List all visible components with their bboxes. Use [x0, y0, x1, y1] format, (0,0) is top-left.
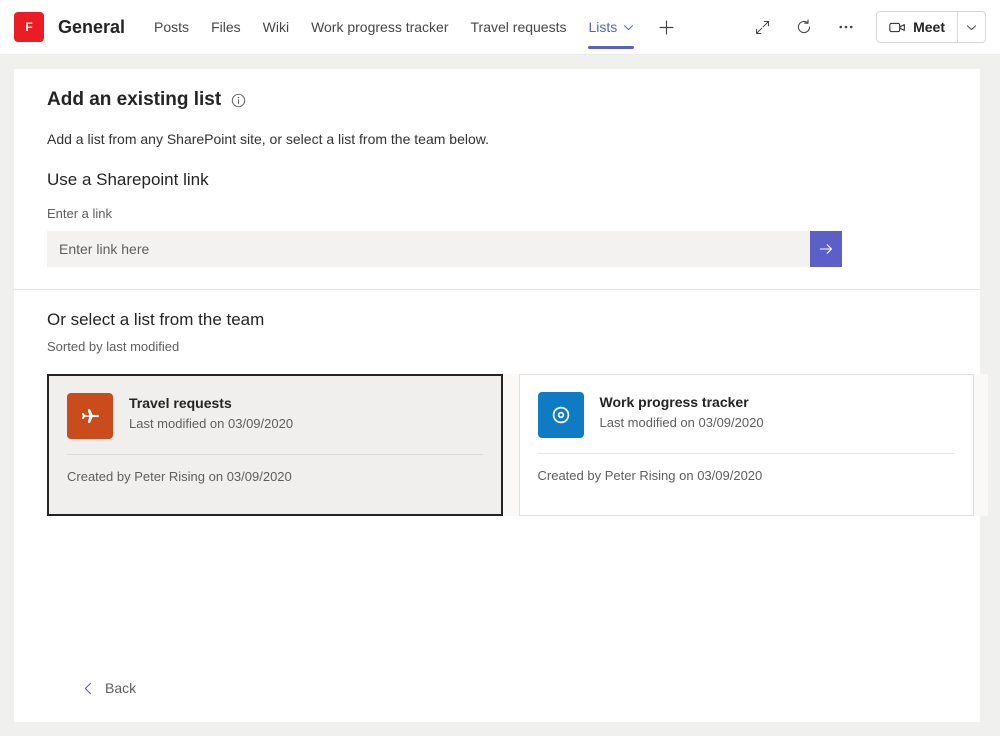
list-card-created: Created by Peter Rising on 03/09/2020 [67, 469, 292, 484]
channel-header: F General Posts Files Wiki Work progress… [0, 0, 1000, 55]
team-avatar: F [14, 12, 44, 42]
airplane-icon [67, 393, 113, 439]
page-title: Add an existing list [47, 89, 222, 110]
chevron-down-icon[interactable] [623, 22, 634, 33]
plus-icon [659, 19, 674, 35]
target-icon [537, 392, 584, 438]
meet-dropdown-button[interactable] [957, 12, 985, 42]
add-tab-button[interactable] [645, 0, 688, 55]
tab-travel-requests[interactable]: Travel requests [460, 0, 578, 55]
tab-lists-active-underline [588, 45, 635, 49]
list-card-header: Travel requests Last modified on 03/09/2… [49, 376, 501, 454]
info-circle-icon[interactable] [231, 93, 246, 108]
page-title-row: Add an existing list [47, 89, 947, 111]
tab-lists-label: Lists [588, 19, 618, 35]
tab-lists[interactable]: Lists [577, 0, 645, 55]
list-card-title: Work progress tracker [599, 394, 749, 410]
list-card-travel-requests[interactable]: Travel requests Last modified on 03/09/2… [47, 374, 503, 516]
sharepoint-link-row [47, 231, 842, 267]
refresh-icon[interactable] [788, 11, 820, 43]
app-body: Add an existing list Add a list from any… [0, 55, 1000, 736]
page-description: Add a list from any SharePoint site, or … [47, 131, 489, 147]
back-button[interactable]: Back [73, 674, 144, 702]
list-cards-row: Travel requests Last modified on 03/09/2… [47, 374, 974, 516]
list-card-modified: Last modified on 03/09/2020 [599, 415, 764, 430]
tab-files-label: Files [211, 19, 241, 35]
list-cards-scroll-area[interactable]: Travel requests Last modified on 03/09/2… [47, 374, 988, 516]
channel-tabs: Posts Files Wiki Work progress tracker T… [143, 0, 688, 55]
header-actions: Meet [742, 11, 986, 43]
list-card-texts: Work progress tracker Last modified on 0… [600, 392, 764, 430]
content-panel: Add an existing list Add a list from any… [14, 69, 988, 722]
team-lists-section: Or select a list from the team Sorted by… [14, 290, 988, 722]
more-options-icon[interactable] [830, 11, 862, 43]
tab-travel-requests-label: Travel requests [470, 19, 567, 35]
link-field-label: Enter a link [47, 206, 113, 221]
tab-work-progress-tracker-label: Work progress tracker [311, 19, 449, 35]
chevron-left-icon [81, 681, 96, 696]
list-card-created: Created by Peter Rising on 03/09/2020 [537, 468, 763, 483]
list-card-work-progress-tracker[interactable]: Work progress tracker Last modified on 0… [518, 374, 974, 516]
tab-wiki[interactable]: Wiki [252, 0, 300, 55]
expand-icon[interactable] [746, 11, 778, 43]
tab-wiki-label: Wiki [262, 19, 290, 35]
back-button-label: Back [105, 680, 137, 696]
tab-work-progress-tracker[interactable]: Work progress tracker [300, 0, 459, 55]
meet-button-label: Meet [913, 19, 945, 35]
footer-actions: Back [47, 674, 947, 722]
submit-link-button[interactable] [810, 231, 842, 267]
tab-files[interactable]: Files [200, 0, 252, 55]
sharepoint-link-input[interactable] [47, 231, 810, 267]
list-card-header: Work progress tracker Last modified on 0… [520, 375, 974, 453]
team-avatar-letter: F [25, 20, 33, 34]
chevron-down-icon [966, 24, 977, 30]
video-camera-icon [889, 21, 906, 34]
meet-button[interactable]: Meet [877, 12, 957, 42]
sharepoint-link-heading: Use a Sharepoint link [47, 170, 209, 189]
tab-posts-label: Posts [154, 19, 190, 35]
list-card-modified: Last modified on 03/09/2020 [129, 416, 294, 431]
meet-button-group: Meet [876, 11, 986, 43]
tab-posts[interactable]: Posts [143, 0, 200, 55]
channel-title: General [58, 16, 126, 37]
list-card-texts: Travel requests Last modified on 03/09/2… [129, 393, 293, 431]
sorted-by-label: Sorted by last modified [47, 339, 180, 354]
add-existing-list-section: Add an existing list Add a list from any… [14, 69, 980, 289]
team-lists-heading: Or select a list from the team [47, 310, 265, 329]
list-card-title: Travel requests [129, 395, 232, 411]
arrow-right-icon [818, 241, 834, 257]
